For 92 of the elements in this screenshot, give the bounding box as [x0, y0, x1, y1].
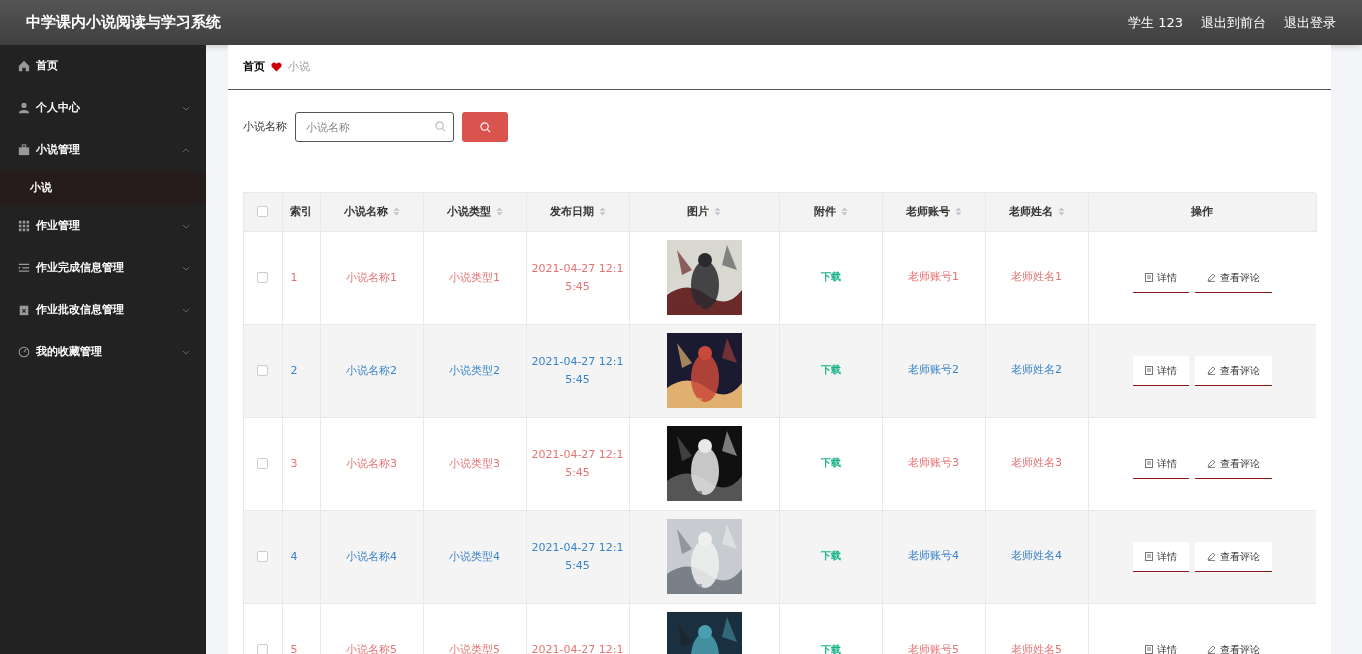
- search-button[interactable]: [462, 112, 508, 142]
- column-header[interactable]: 小说名称: [343, 203, 388, 220]
- table-cell: 老师姓名4: [1011, 549, 1062, 563]
- search-icon: [479, 121, 491, 133]
- gauge-icon: [18, 346, 30, 358]
- sort-icon[interactable]: [392, 207, 400, 217]
- sidebar-item[interactable]: 首页: [0, 45, 206, 87]
- table-cell: 老师账号2: [908, 363, 959, 377]
- table-cell: 2021-04-27 12:15:45: [531, 262, 624, 293]
- checkbox[interactable]: [257, 206, 269, 217]
- table-cell: 2021-04-27 12:15:45: [531, 541, 624, 572]
- pen-icon: [1206, 458, 1216, 468]
- table-cell: 小说名称3: [346, 456, 397, 470]
- table-cell: 老师姓名1: [1011, 270, 1062, 284]
- home-icon: [18, 60, 30, 72]
- document-icon: [1144, 551, 1153, 561]
- column-header[interactable]: 小说类型: [446, 203, 491, 220]
- document-icon: [1144, 365, 1153, 375]
- sort-icon[interactable]: [714, 207, 721, 217]
- sidebar-item[interactable]: 作业管理: [0, 205, 206, 247]
- table-cell: 4: [290, 549, 298, 563]
- table-cell: 老师账号5: [908, 642, 959, 654]
- checkbox[interactable]: [257, 550, 269, 562]
- list-icon: [18, 262, 30, 274]
- header-link[interactable]: 退出到前台: [1201, 12, 1266, 33]
- sidebar-item[interactable]: 我的收藏管理: [0, 331, 206, 373]
- app-title: 中学课内小说阅读与学习系统: [26, 12, 221, 34]
- header-link[interactable]: 学生 123: [1128, 12, 1183, 33]
- checkbox[interactable]: [257, 644, 269, 654]
- grid-icon: [18, 220, 30, 232]
- table-cell: 老师账号1: [908, 270, 959, 284]
- column-header[interactable]: 老师账号: [905, 203, 950, 220]
- table-cell: 小说类型3: [449, 456, 500, 470]
- table-cell: 3: [290, 456, 298, 470]
- comments-button[interactable]: 查看评论: [1194, 355, 1272, 386]
- table-cell: 小说名称5: [346, 643, 397, 654]
- table-cell: 老师姓名3: [1011, 456, 1062, 470]
- table-cell: 老师账号3: [908, 456, 959, 470]
- document-icon: [1144, 458, 1153, 468]
- pen-icon: [1206, 272, 1216, 282]
- checkbox[interactable]: [257, 364, 269, 376]
- table-cell: 小说类型1: [449, 270, 500, 284]
- checkbox[interactable]: [257, 271, 269, 283]
- user-icon: [18, 102, 30, 114]
- details-button[interactable]: 详情: [1132, 355, 1189, 386]
- pen-icon: [1206, 365, 1216, 375]
- clipboard-icon: [18, 304, 30, 316]
- comments-button[interactable]: 查看评论: [1194, 541, 1272, 572]
- sidebar-item[interactable]: 个人中心: [0, 87, 206, 129]
- sidebar-item[interactable]: 作业完成信息管理: [0, 247, 206, 289]
- table-cell: 小说类型4: [449, 549, 500, 563]
- document-icon: [1144, 644, 1153, 654]
- column-header: 索引: [290, 203, 312, 220]
- column-header[interactable]: 发布日期: [549, 203, 594, 220]
- table-cell: 小说类型2: [449, 363, 500, 377]
- search-icon: [435, 121, 446, 132]
- checkbox[interactable]: [257, 457, 269, 469]
- search-label: 小说名称: [243, 119, 287, 135]
- sidebar-item[interactable]: 作业批改信息管理: [0, 289, 206, 331]
- sort-icon[interactable]: [598, 207, 606, 217]
- sort-icon[interactable]: [954, 207, 962, 217]
- pen-icon: [1206, 551, 1216, 561]
- sort-icon[interactable]: [495, 207, 503, 217]
- table-cell: 2021-04-27 12:15:45: [531, 448, 624, 479]
- document-icon: [1144, 272, 1153, 282]
- column-header: 操作: [1191, 203, 1213, 220]
- table-cell: 小说名称4: [346, 549, 397, 563]
- sort-icon[interactable]: [840, 207, 848, 217]
- header-link[interactable]: 退出登录: [1284, 12, 1336, 33]
- search-field[interactable]: 小说名称: [295, 112, 454, 142]
- sort-icon[interactable]: [1057, 207, 1065, 217]
- table-cell: 老师姓名2: [1011, 363, 1062, 377]
- briefcase-icon: [18, 144, 30, 156]
- table-cell: 2021-04-27 12:15:45: [531, 355, 624, 386]
- table-cell: 2: [290, 363, 298, 377]
- table-cell: 老师姓名5: [1011, 642, 1062, 654]
- details-button[interactable]: 详情: [1132, 541, 1189, 572]
- heart-icon: [271, 62, 282, 72]
- sidebar-item[interactable]: 小说管理: [0, 129, 206, 171]
- column-header[interactable]: 图片: [687, 203, 709, 220]
- column-header[interactable]: 附件: [813, 203, 836, 220]
- table-cell: 小说名称2: [346, 363, 397, 377]
- sidebar-subitem[interactable]: 小说: [0, 171, 206, 205]
- breadcrumb-link[interactable]: 首页: [243, 58, 265, 76]
- table-cell: 1: [290, 270, 298, 284]
- table-cell: 5: [290, 643, 298, 654]
- table-cell: 小说类型5: [449, 643, 500, 654]
- column-header[interactable]: 老师姓名: [1008, 203, 1053, 220]
- pen-icon: [1206, 644, 1216, 654]
- table-cell: 老师账号4: [908, 549, 959, 563]
- table-cell: 2021-04-27 12:1: [531, 643, 624, 654]
- table-cell: 小说名称1: [346, 270, 397, 284]
